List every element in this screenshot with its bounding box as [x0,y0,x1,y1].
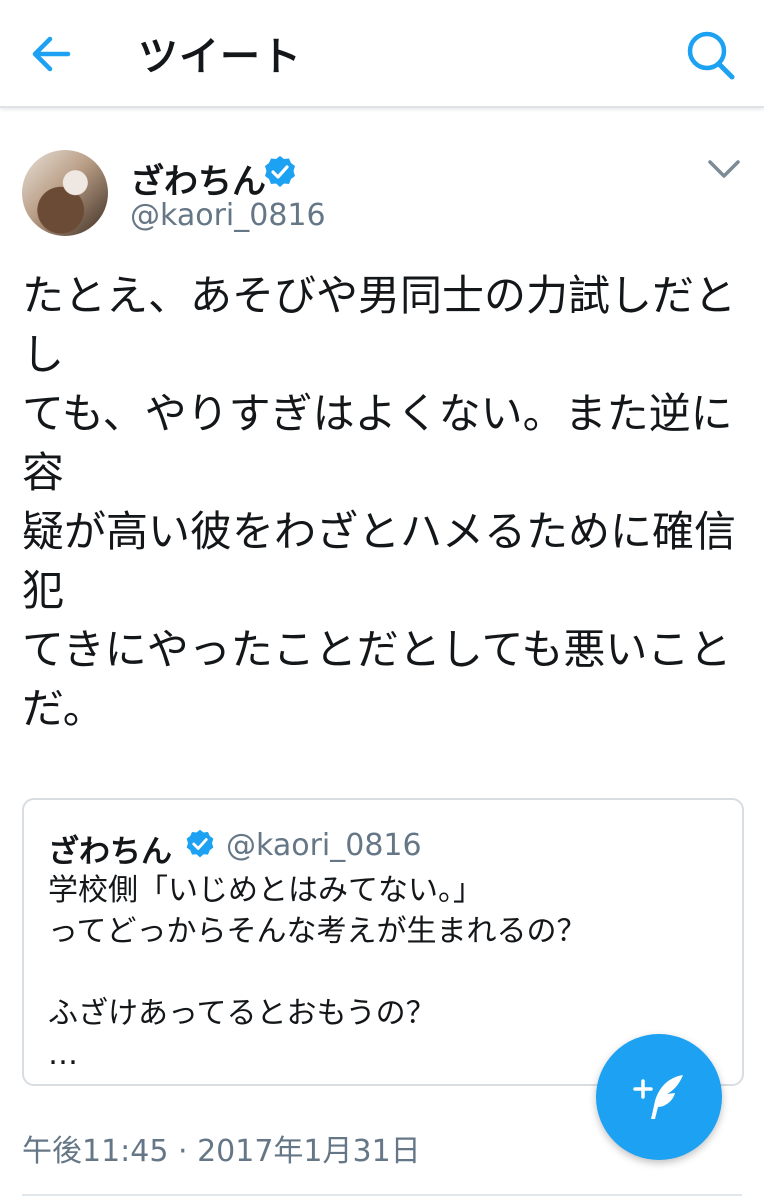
top-bar: ツイート [0,0,764,108]
quoted-author-handle: @kaori_0816 [226,828,422,863]
divider [22,1194,742,1196]
search-button[interactable] [680,24,740,84]
author-handle[interactable]: @kaori_0816 [130,198,326,233]
avatar[interactable] [22,150,108,236]
author-name[interactable]: ざわちん [130,154,266,203]
page-title: ツイート [138,34,302,80]
search-icon [687,31,735,80]
verified-badge-icon [265,156,295,187]
back-button[interactable] [24,26,80,82]
quoted-author-name: ざわちん [48,834,172,870]
compose-tweet-button[interactable] [596,1034,722,1160]
tweet-timestamp: 午後11:45 · 2017年1月31日 [22,1134,421,1169]
chevron-down-icon[interactable] [702,152,746,188]
arrow-left-icon [32,36,71,72]
compose-feather-icon [633,1075,683,1119]
verified-badge-icon [186,829,214,858]
